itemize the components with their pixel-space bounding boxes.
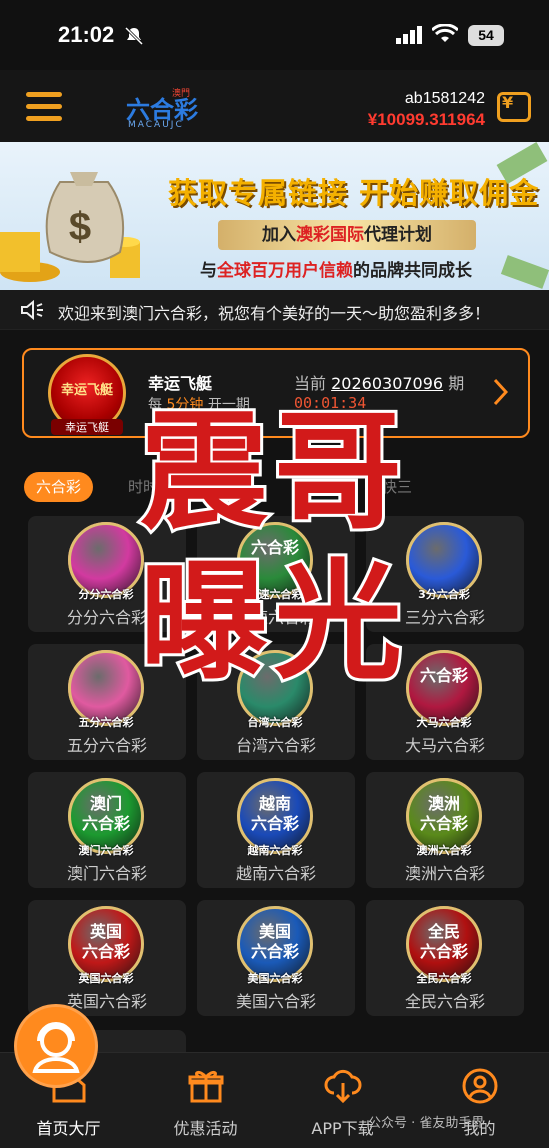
announcement-marquee[interactable]: 欢迎来到澳门六合彩，祝您有个美好的一天～助您盈利多多！ <box>0 290 549 330</box>
game-name: 越南六合彩 <box>235 864 316 883</box>
ball-caption: 3分六合彩 <box>418 588 470 601</box>
ball-label: 英国 六合彩 <box>81 922 130 961</box>
user-icon <box>462 1068 498 1104</box>
game-tile[interactable]: 全民 六合彩 全民六合彩 全民六合彩 <box>366 900 524 1016</box>
ball-caption: 美国六合彩 <box>247 972 303 985</box>
tab-k3[interactable]: 快三 <box>370 472 424 502</box>
battery-indicator: 54 <box>468 25 504 46</box>
ball-caption: 越南六合彩 <box>247 844 303 857</box>
banner-subline: 与全球百万用户信赖的品牌共同成长 <box>200 261 472 281</box>
promo-banner[interactable]: $ 获取专属链接 开始赚取佣金 加入澳彩国际代理计划 与全球百万用户信赖的品牌共… <box>0 142 549 290</box>
game-tile[interactable]: 六合彩 大马六合彩 大马六合彩 <box>366 644 524 760</box>
announcement-text: 欢迎来到澳门六合彩，祝您有个美好的一天～助您盈利多多！ <box>58 304 491 323</box>
game-tile[interactable]: 五分六合彩 五分六合彩 <box>28 644 186 760</box>
game-name: 极速六合彩 <box>235 608 316 627</box>
wifi-icon <box>432 24 458 42</box>
game-name: 全民六合彩 <box>404 992 485 1011</box>
game-tile[interactable]: 澳门 六合彩 澳门六合彩 澳门六合彩 <box>28 772 186 888</box>
game-name: 五分六合彩 <box>66 736 147 755</box>
cellular-signal-icon <box>396 26 422 44</box>
ball-label: 六合彩 <box>419 666 468 685</box>
banner-pill: 加入澳彩国际代理计划 <box>218 220 476 250</box>
lottery-ball-icon: 全民 六合彩全民六合彩 <box>406 906 482 985</box>
chevron-right-icon[interactable] <box>492 378 508 406</box>
lottery-ball-icon: 美国 六合彩美国六合彩 <box>237 906 313 985</box>
username: ab1581242 <box>404 90 485 107</box>
tab-lhc[interactable]: 六合彩 <box>24 472 94 502</box>
ball-label: 美国 六合彩 <box>250 922 299 961</box>
hamburger-menu-icon[interactable] <box>26 92 62 122</box>
ball-label: 六合彩 <box>250 538 299 557</box>
tab-low-freq[interactable]: 低频彩 <box>280 472 349 502</box>
game-name: 三分六合彩 <box>404 608 485 627</box>
game-name: 分分六合彩 <box>66 608 147 627</box>
headset-support-icon <box>32 1022 80 1073</box>
ball-caption: 五分六合彩 <box>78 716 134 729</box>
draw-game-name: 幸运飞艇 <box>148 374 213 393</box>
banknotes-icon <box>496 142 549 289</box>
ball-caption: 极速六合彩 <box>247 588 303 601</box>
game-name: 澳洲六合彩 <box>404 864 485 883</box>
lottery-ball-icon: 澳洲 六合彩澳洲六合彩 <box>406 778 482 857</box>
nav-app-download[interactable]: APP下载 <box>274 1053 411 1148</box>
lottery-ball-icon: 越南 六合彩越南六合彩 <box>237 778 313 857</box>
ball-label: 澳洲 六合彩 <box>419 794 468 833</box>
ball-caption: 台湾六合彩 <box>247 716 303 729</box>
game-tile[interactable]: 越南 六合彩 越南六合彩 越南六合彩 <box>197 772 355 888</box>
ball-label: 澳门 六合彩 <box>81 794 130 833</box>
lottery-ball-icon: 台湾六合彩 <box>237 650 313 729</box>
banner-title: 获取专属链接 开始赚取佣金 <box>168 176 540 210</box>
game-name: 大马六合彩 <box>404 736 485 755</box>
current-draw-card[interactable]: 幸运飞艇 幸运飞艇 幸运飞艇 每 5分钟 开一期 当前 20260307096 … <box>22 348 530 438</box>
game-tile[interactable]: 分分六合彩 分分六合彩 <box>28 516 186 632</box>
ball-caption: 分分六合彩 <box>78 588 134 601</box>
nav-profile[interactable]: 我的 <box>411 1053 548 1148</box>
ball-label: 越南 六合彩 <box>250 794 299 833</box>
ball-caption: 澳洲六合彩 <box>416 844 472 857</box>
ball-label: 全民 六合彩 <box>419 922 468 961</box>
bell-muted-icon <box>124 26 144 46</box>
game-name: 美国六合彩 <box>235 992 316 1011</box>
lottery-ball-icon: 六合彩 极速六合彩 <box>237 522 313 601</box>
account-balance: ¥10099.311964 <box>367 110 485 129</box>
game-tile[interactable]: 六合彩 极速六合彩 极速六合彩 <box>197 516 355 632</box>
ball-caption: 澳门六合彩 <box>78 844 134 857</box>
game-tile[interactable]: 3分六合彩三分六合彩 <box>366 516 524 632</box>
lottery-ball-icon: 分分六合彩 <box>68 522 144 601</box>
wechat-mark: 公众号 · 雀友助手界 <box>368 1116 485 1131</box>
speaker-icon <box>21 300 43 320</box>
ball-caption: 英国六合彩 <box>78 972 134 985</box>
lottery-ball-icon: 澳门 六合彩澳门六合彩 <box>68 778 144 857</box>
status-time: 21:02 <box>58 22 115 47</box>
game-tile[interactable]: 英国 六合彩英国六合彩 英国六合彩 <box>28 900 186 1016</box>
app-header: 澳門 六合彩 MACAUJC ab1581242 ¥10099.311964 <box>0 70 549 142</box>
wallet-icon[interactable] <box>497 92 531 122</box>
svg-text:$: $ <box>69 205 91 249</box>
game-tile[interactable]: 澳洲 六合彩 澳洲六合彩 澳洲六合彩 <box>366 772 524 888</box>
game-tile[interactable]: 美国 六合彩 美国六合彩 美国六合彩 <box>197 900 355 1016</box>
ball-caption: 全民六合彩 <box>416 972 472 985</box>
nav-promotions[interactable]: 优惠活动 <box>137 1053 274 1148</box>
money-bag-icon: $ <box>0 172 140 282</box>
lottery-ball-icon: 英国 六合彩英国六合彩 <box>68 906 144 985</box>
game-name: 澳门六合彩 <box>66 864 147 883</box>
lottery-ball-icon: 五分六合彩 <box>68 650 144 729</box>
cloud-download-icon <box>324 1069 362 1104</box>
gift-icon <box>188 1070 224 1103</box>
game-tile[interactable]: 台湾六合彩 台湾六合彩 <box>197 644 355 760</box>
tab-ssc[interactable]: 时时彩 <box>116 472 185 502</box>
status-bar: 21:02 54 <box>0 0 549 70</box>
tab-pk10[interactable]: PK10 <box>202 472 264 502</box>
customer-support-button[interactable] <box>14 1004 98 1088</box>
current-period: 当前 20260307096 期 <box>294 374 465 393</box>
draw-countdown: 00:01:34 <box>294 394 367 412</box>
draw-frequency: 每 5分钟 开一期 <box>148 397 250 413</box>
ball-caption: 大马六合彩 <box>416 716 472 729</box>
game-name: 台湾六合彩 <box>235 736 316 755</box>
lottery-ball-icon: 六合彩 大马六合彩 <box>406 650 482 729</box>
lucky-boat-badge: 幸运飞艇 幸运飞艇 <box>48 354 126 435</box>
lottery-ball-icon: 3分六合彩 <box>406 522 482 601</box>
app-logo: 澳門 六合彩 MACAUJC <box>126 89 198 130</box>
